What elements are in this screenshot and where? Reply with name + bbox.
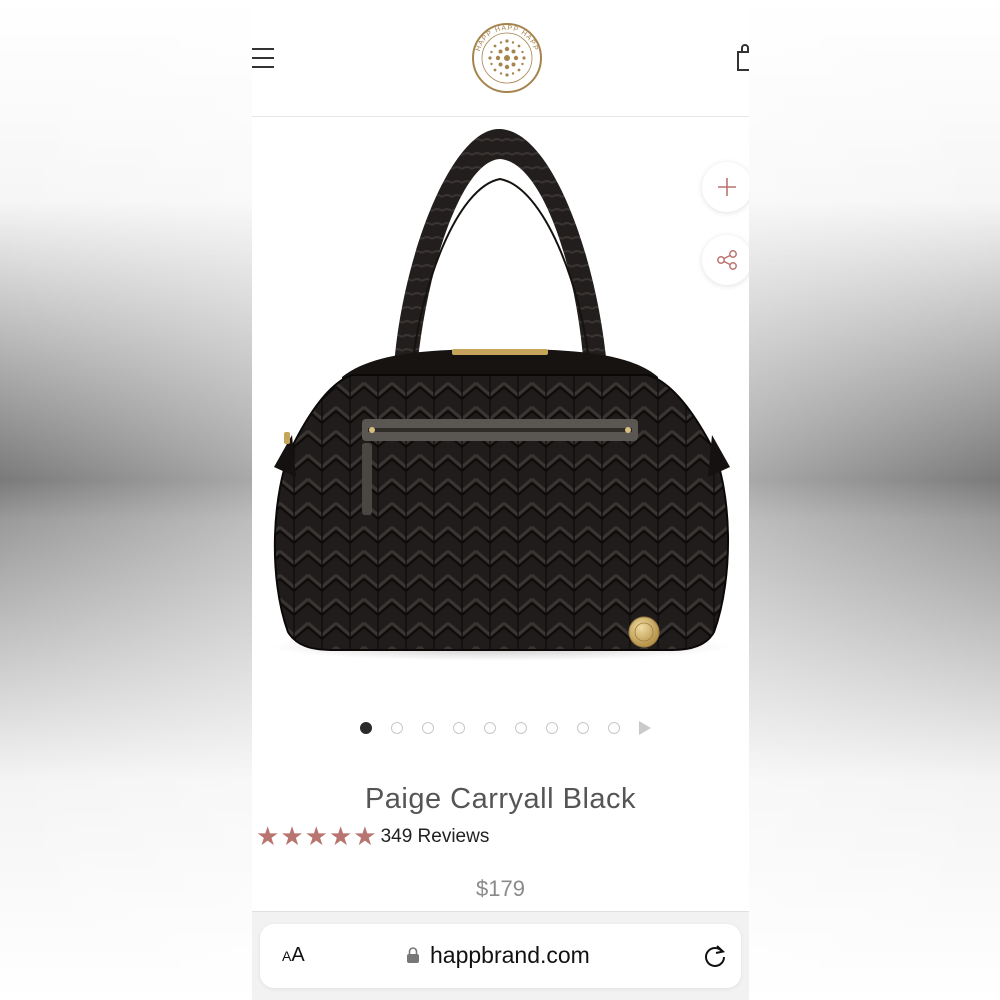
carousel-dot-3[interactable]	[422, 722, 434, 734]
share-icon	[717, 250, 737, 270]
carousel-dot-6[interactable]	[515, 722, 527, 734]
url-field[interactable]: AA happbrand.com	[260, 924, 741, 988]
chevron-right-icon[interactable]	[639, 721, 651, 735]
reviews-link[interactable]: 349 Reviews	[381, 826, 490, 848]
carousel-dot-7[interactable]	[546, 722, 558, 734]
blurred-background-left	[0, 0, 252, 1000]
star-icon: ★	[280, 822, 304, 852]
share-button[interactable]	[702, 235, 749, 285]
blurred-background-right	[749, 0, 1000, 1000]
carousel-dot-9[interactable]	[608, 722, 620, 734]
carousel-dot-5[interactable]	[484, 722, 496, 734]
browser-address-bar: AA happbrand.com	[252, 911, 749, 1000]
carousel-dot-8[interactable]	[577, 722, 589, 734]
add-to-wishlist-button[interactable]	[702, 162, 749, 212]
url-text[interactable]: happbrand.com	[430, 942, 590, 969]
mobile-page: HAPP HAPP HAPP Paige Carryall Black ★ ★ …	[252, 0, 749, 1000]
carousel-dot-4[interactable]	[453, 722, 465, 734]
star-icon: ★	[328, 822, 353, 852]
product-price: $179	[476, 876, 525, 901]
menu-icon[interactable]	[252, 48, 276, 70]
star-icon: ★	[304, 822, 328, 852]
product-rating[interactable]: ★ ★ ★ ★ ★ 349 Reviews	[256, 823, 489, 851]
image-carousel-dots	[360, 721, 651, 735]
product-image[interactable]	[252, 117, 749, 677]
site-header: HAPP HAPP HAPP	[252, 0, 749, 117]
product-title: Paige Carryall Black	[364, 783, 637, 815]
lock-icon	[407, 947, 419, 963]
star-rating: ★ ★ ★ ★ ★	[256, 823, 378, 851]
brand-logo[interactable]: HAPP HAPP HAPP	[471, 22, 543, 94]
carousel-dot-1[interactable]	[360, 722, 372, 734]
text-size-button[interactable]: AA	[282, 944, 305, 967]
star-icon: ★	[256, 822, 280, 852]
carousel-dot-2[interactable]	[391, 722, 403, 734]
star-icon: ★	[353, 822, 377, 852]
shopping-bag-icon[interactable]	[735, 44, 749, 72]
plus-icon	[718, 178, 736, 196]
handbag-illustration	[270, 128, 730, 661]
reload-icon[interactable]	[702, 943, 728, 969]
